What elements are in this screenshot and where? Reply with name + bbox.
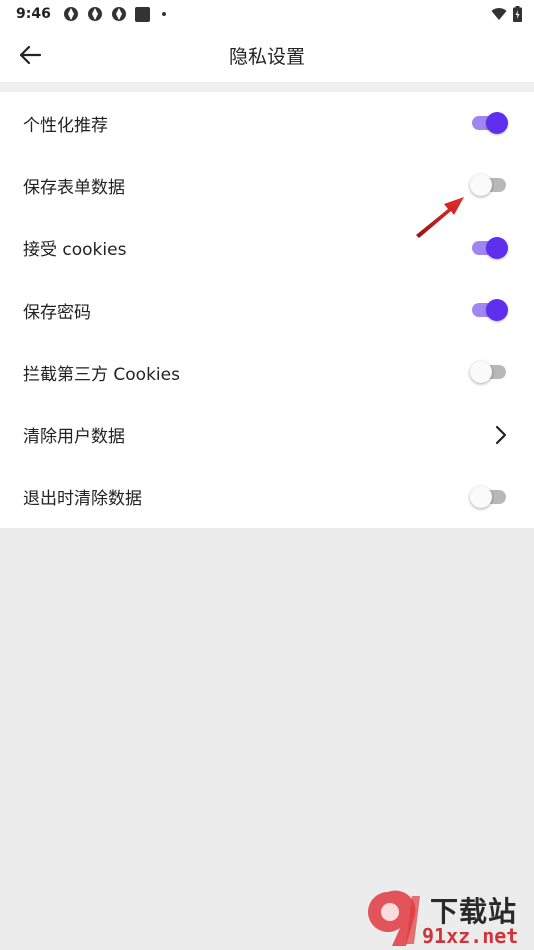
app-bar: 隐私设置	[0, 28, 534, 82]
setting-label: 拦截第三方 Cookies	[23, 364, 180, 385]
dot-icon	[161, 12, 166, 16]
setting-label: 接受 cookies	[23, 240, 127, 261]
setting-row-personalized-recommend[interactable]: 个性化推荐	[0, 92, 534, 154]
setting-label: 清除用户数据	[23, 427, 125, 448]
watermark-logo-icon	[368, 890, 420, 946]
save-password-toggle[interactable]	[470, 297, 510, 323]
watermark-text-bottom: 91xz.net	[422, 924, 519, 948]
settings-list: 个性化推荐 保存表单数据 接受 cookies 保存密码 拦截第三方 Cooki…	[0, 92, 534, 528]
back-button[interactable]	[14, 40, 46, 70]
save-form-data-toggle[interactable]	[470, 172, 510, 198]
red-arrow-icon	[416, 197, 464, 238]
status-bar: 9:46	[0, 0, 534, 28]
setting-row-block-third-party-cookies[interactable]: 拦截第三方 Cookies	[0, 341, 534, 403]
status-time: 9:46	[16, 6, 51, 22]
app-notification-icon	[111, 7, 126, 21]
setting-row-clear-user-data[interactable]: 清除用户数据	[0, 403, 534, 465]
battery-charging-icon	[513, 6, 522, 22]
app-notification-icon	[63, 7, 78, 21]
page-title: 隐私设置	[228, 45, 305, 68]
setting-label: 退出时清除数据	[23, 489, 142, 510]
clear-on-exit-toggle[interactable]	[470, 484, 510, 510]
setting-label: 保存表单数据	[23, 177, 125, 198]
wifi-icon	[491, 8, 507, 20]
watermark: 下载站 91xz.net	[362, 886, 534, 950]
section-divider	[0, 82, 534, 92]
personalized-recommend-toggle[interactable]	[470, 110, 510, 136]
setting-label: 个性化推荐	[23, 115, 108, 136]
chevron-right-icon[interactable]	[492, 424, 510, 446]
square-notification-icon	[134, 6, 150, 22]
setting-row-clear-on-exit[interactable]: 退出时清除数据	[0, 466, 534, 528]
app-notification-icon	[87, 7, 102, 21]
setting-label: 保存密码	[23, 302, 91, 323]
arrow-left-icon	[19, 45, 42, 65]
setting-row-save-password[interactable]: 保存密码	[0, 279, 534, 341]
accept-cookies-toggle[interactable]	[470, 235, 510, 261]
block-third-party-cookies-toggle[interactable]	[470, 359, 510, 385]
